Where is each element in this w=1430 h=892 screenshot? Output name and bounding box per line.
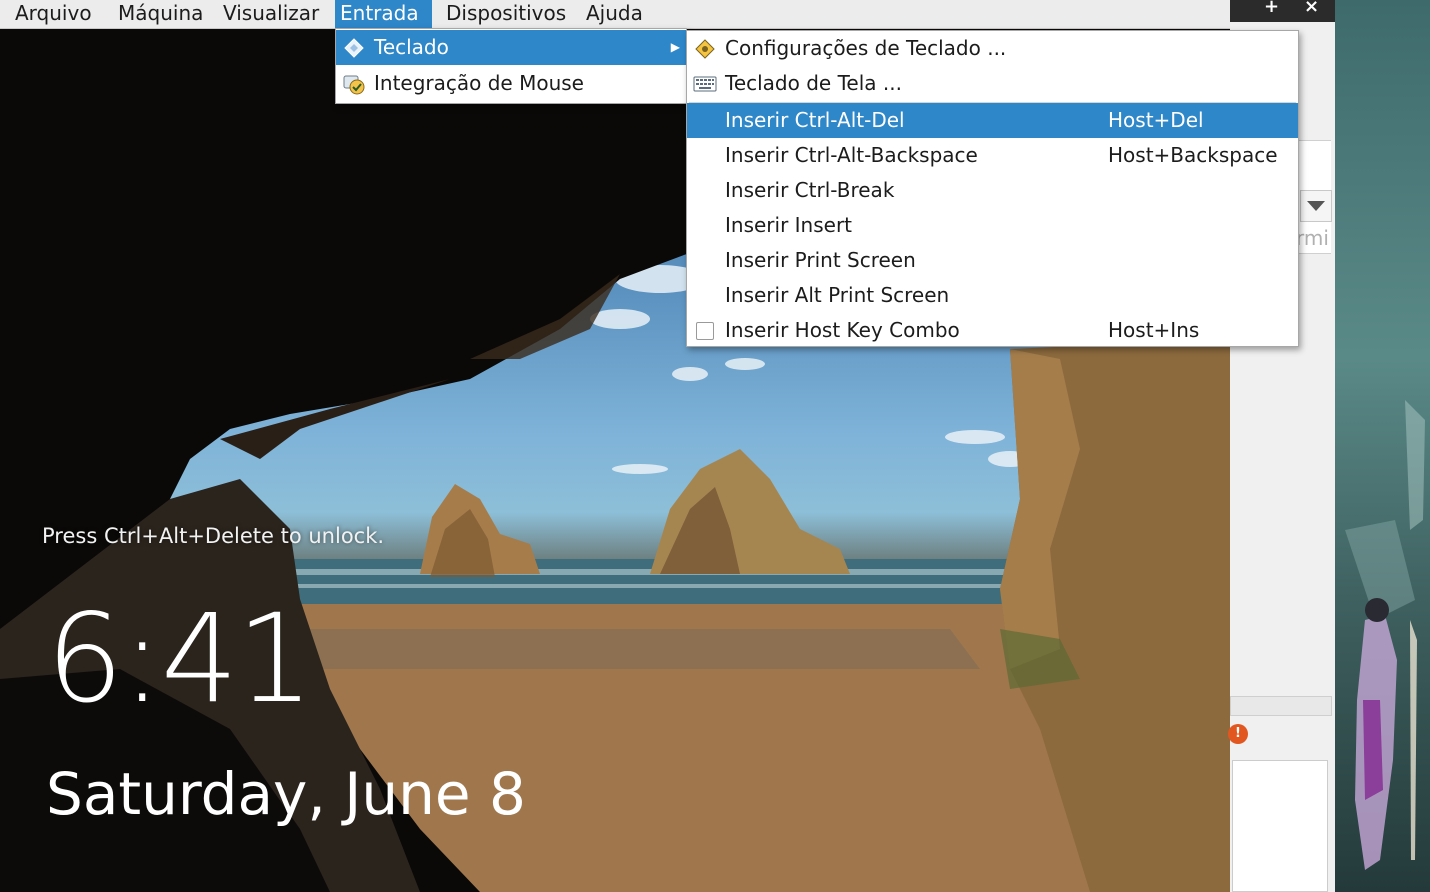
host-partial-text: rmi xyxy=(1296,226,1329,250)
menu-ajuda[interactable]: Ajuda xyxy=(581,0,648,28)
host-dropdown[interactable] xyxy=(1300,190,1332,222)
menu-item-ctrl-alt-del[interactable]: Inserir Ctrl-Alt-Del Host+Del xyxy=(687,103,1298,138)
chevron-down-icon xyxy=(1307,201,1325,211)
lock-date: Saturday, June 8 xyxy=(46,760,526,828)
menu-arquivo[interactable]: Arquivo xyxy=(10,0,97,28)
menu-item-shortcut: Host+Del xyxy=(1108,108,1204,132)
menu-item-label: Inserir Alt Print Screen xyxy=(725,283,950,307)
keyboard-diamond-icon xyxy=(344,38,364,58)
host-text-area[interactable] xyxy=(1232,760,1328,892)
menubar: Arquivo Máquina Visualizar Entrada Dispo… xyxy=(0,0,1230,29)
host-scrollbar[interactable] xyxy=(1230,696,1332,716)
menu-item-label: Integração de Mouse xyxy=(374,71,584,95)
onscreen-keyboard-icon xyxy=(693,76,717,92)
mouse-integration-icon xyxy=(343,75,365,95)
menu-item-label: Inserir Insert xyxy=(725,213,853,237)
menu-item-onscreen-keyboard[interactable]: Teclado de Tela ... xyxy=(687,66,1298,101)
menu-item-label: Inserir Host Key Combo xyxy=(725,318,960,342)
desktop-wallpaper xyxy=(1335,0,1430,892)
keyboard-settings-icon xyxy=(695,39,715,59)
menu-visualizar[interactable]: Visualizar xyxy=(218,0,324,28)
menu-item-label: Inserir Print Screen xyxy=(725,248,916,272)
menu-entrada[interactable]: Entrada xyxy=(335,0,432,28)
maximize-button[interactable]: + xyxy=(1264,0,1279,17)
menu-item-alt-print-screen[interactable]: Inserir Alt Print Screen xyxy=(687,278,1298,313)
menu-dispositivos[interactable]: Dispositivos xyxy=(441,0,571,28)
menu-item-ctrl-alt-backspace[interactable]: Inserir Ctrl-Alt-Backspace Host+Backspac… xyxy=(687,138,1298,173)
menu-item-label: Teclado xyxy=(374,35,449,59)
menu-item-teclado[interactable]: Teclado ▶ xyxy=(336,30,686,65)
menu-item-label: Inserir Ctrl-Alt-Backspace xyxy=(725,143,978,167)
lock-hint-text: Press Ctrl+Alt+Delete to unlock. xyxy=(42,524,385,548)
menu-item-shortcut: Host+Backspace xyxy=(1108,143,1278,167)
menu-item-host-key-combo[interactable]: Inserir Host Key Combo Host+Ins xyxy=(687,313,1298,348)
menu-item-label: Inserir Ctrl-Alt-Del xyxy=(725,108,905,132)
menu-item-label: Inserir Ctrl-Break xyxy=(725,178,895,202)
menu-item-insert[interactable]: Inserir Insert xyxy=(687,208,1298,243)
menu-item-ctrl-break[interactable]: Inserir Ctrl-Break xyxy=(687,173,1298,208)
host-titlebar: + × xyxy=(1230,0,1335,22)
menu-item-label: Teclado de Tela ... xyxy=(725,71,902,95)
lock-time: 6:41 xyxy=(46,588,314,730)
teclado-submenu: Configurações de Teclado ... Teclado de … xyxy=(686,30,1299,347)
menu-item-mouse-integration[interactable]: Integração de Mouse xyxy=(336,66,686,101)
menu-maquina[interactable]: Máquina xyxy=(113,0,208,28)
menu-item-shortcut: Host+Ins xyxy=(1108,318,1200,342)
menu-item-keyboard-settings[interactable]: Configurações de Teclado ... xyxy=(687,31,1298,66)
warning-icon[interactable]: ! xyxy=(1228,724,1248,744)
menu-item-label: Configurações de Teclado ... xyxy=(725,36,1007,60)
submenu-arrow-icon: ▶ xyxy=(670,40,680,54)
menu-item-print-screen[interactable]: Inserir Print Screen xyxy=(687,243,1298,278)
entrada-menu: Teclado ▶ Integração de Mouse xyxy=(335,28,687,104)
close-button[interactable]: × xyxy=(1304,0,1319,17)
host-key-combo-checkbox[interactable] xyxy=(696,322,714,340)
